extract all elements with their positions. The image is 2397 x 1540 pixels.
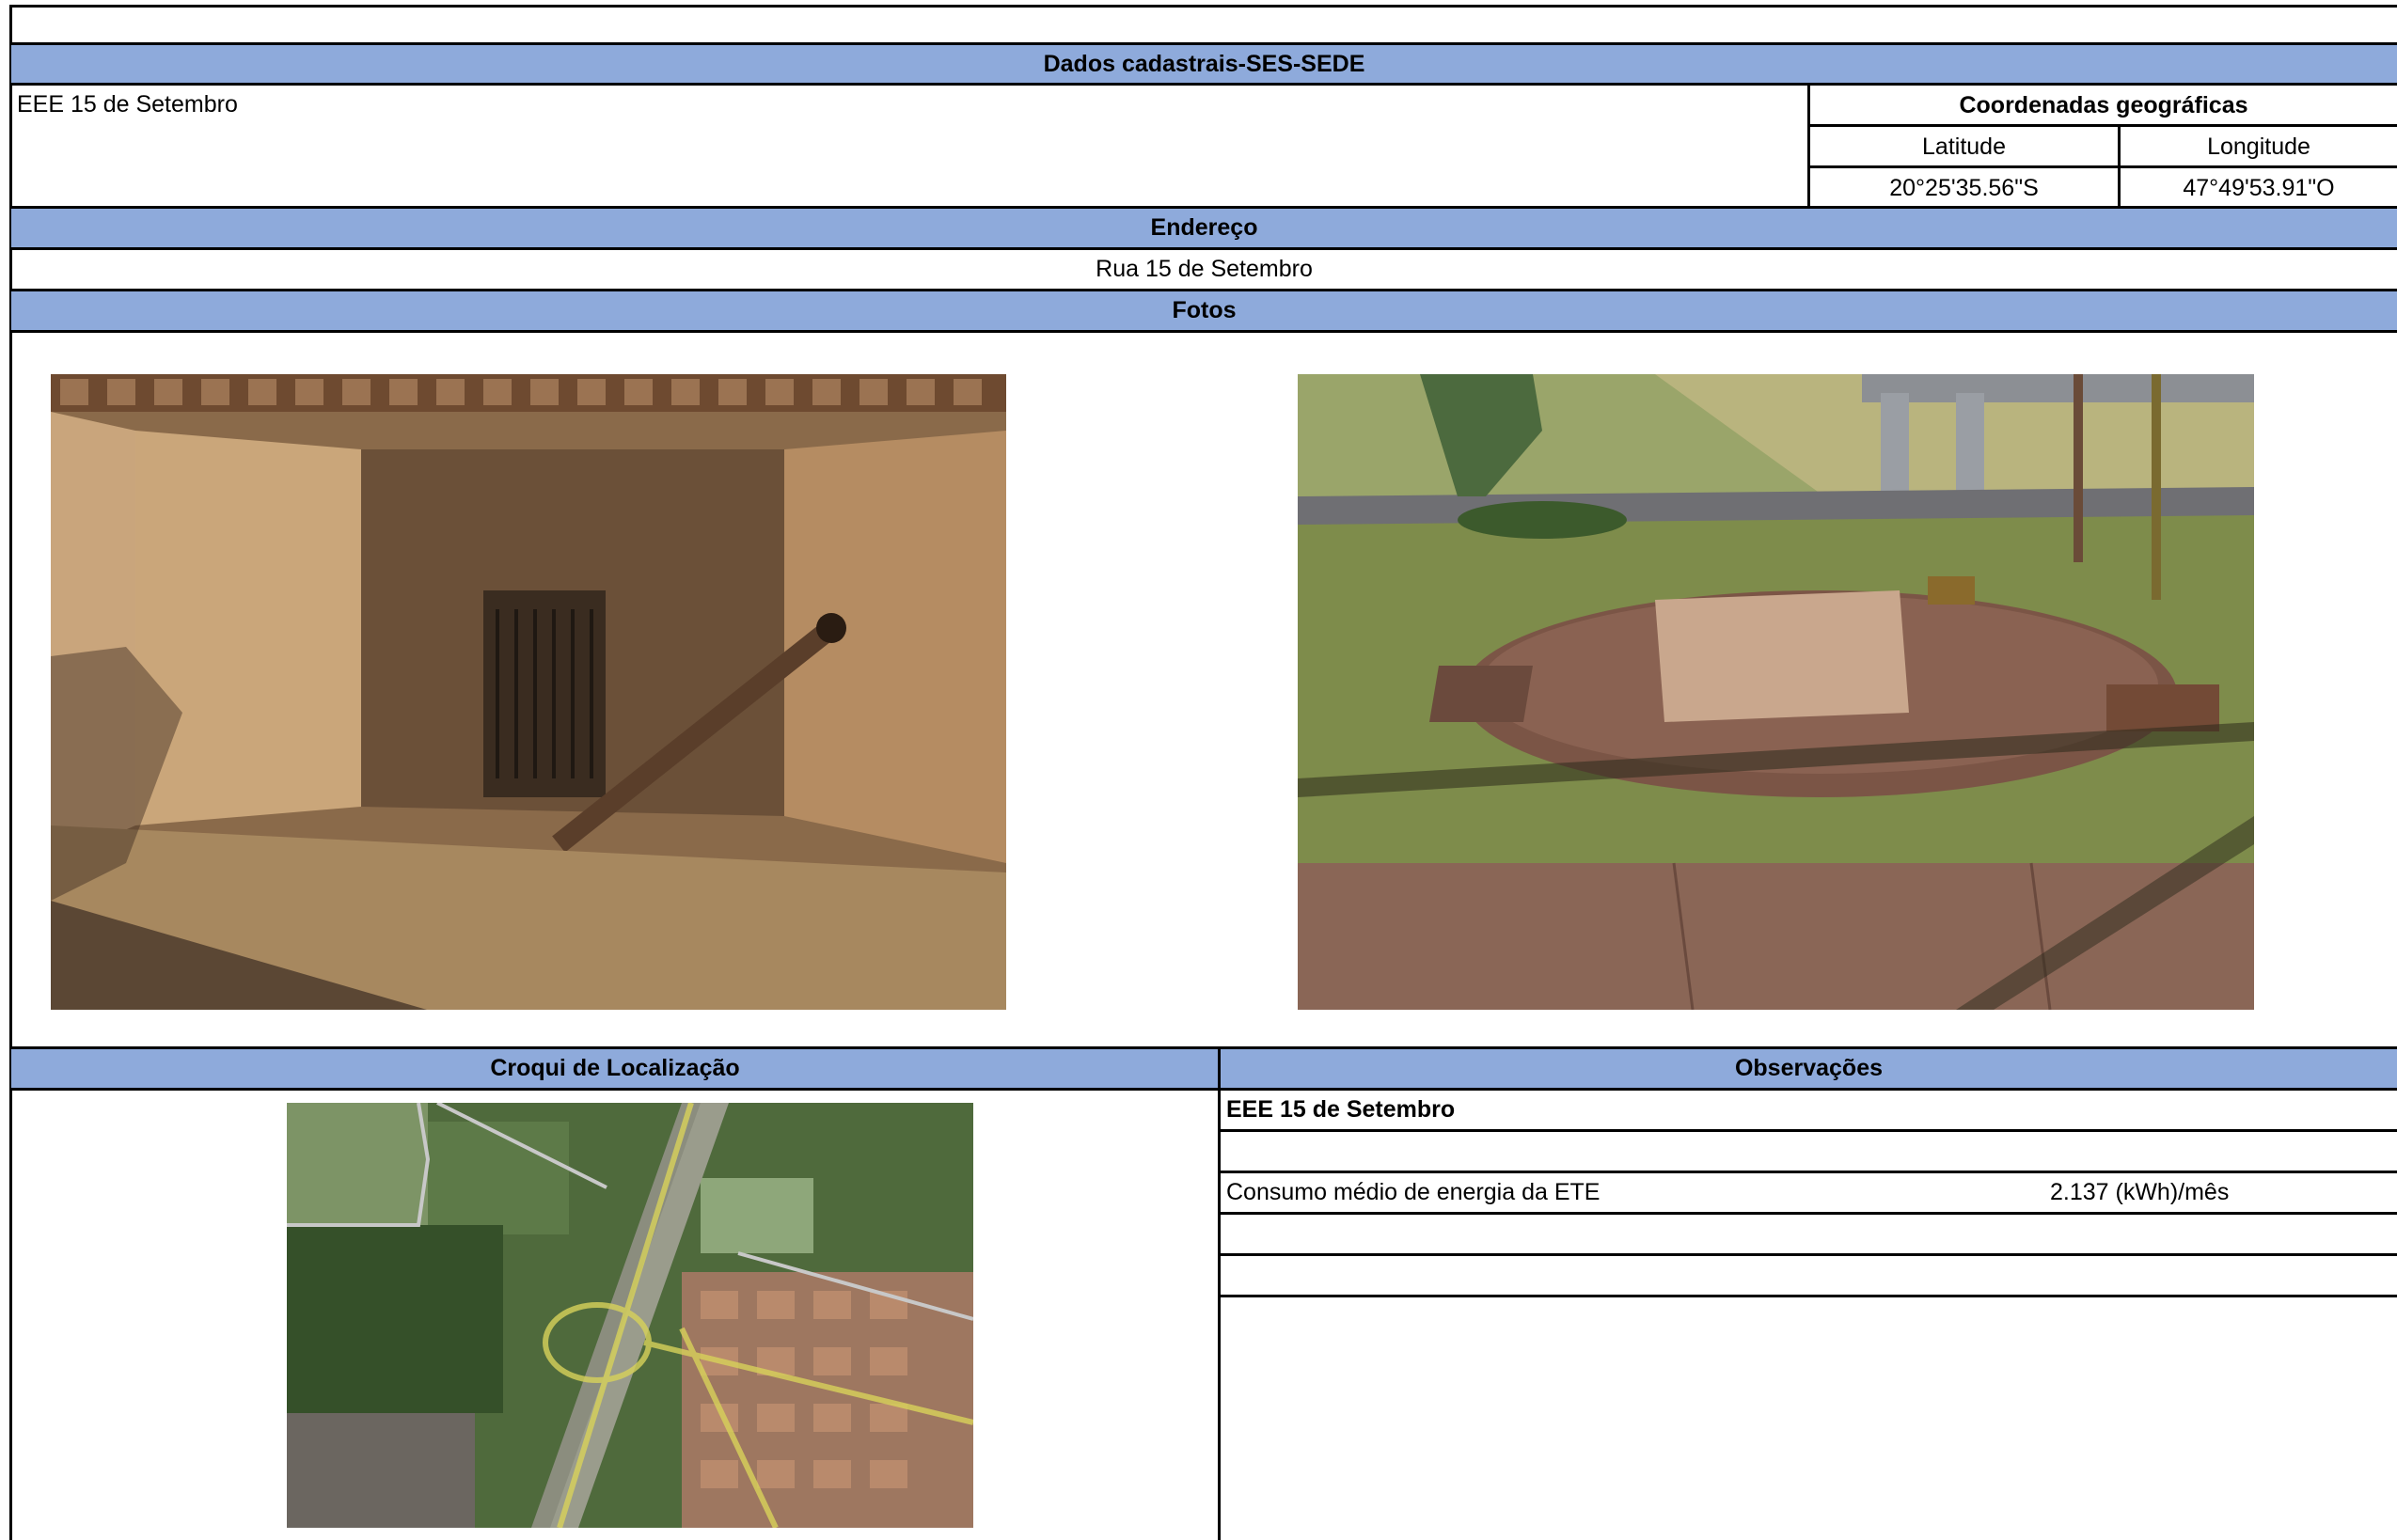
- address-value: Rua 15 de Setembro: [11, 250, 2397, 289]
- station-name: EEE 15 de Setembro: [11, 86, 1807, 123]
- longitude-label: Longitude: [2121, 127, 2397, 166]
- photos-header-text: Fotos: [1172, 297, 1237, 323]
- longitude-label-text: Longitude: [2207, 133, 2310, 160]
- observations-header: Observações: [1221, 1049, 2397, 1088]
- address-value-text: Rua 15 de Setembro: [1096, 256, 1313, 282]
- coords-header-text: Coordenadas geográficas: [1959, 91, 2248, 118]
- divider: [9, 42, 2397, 45]
- title-bar: Dados cadastrais-SES-SEDE: [11, 44, 2397, 84]
- photos-header: Fotos: [11, 291, 2397, 330]
- energy-value-text: 2.137 (kWh)/mês: [2050, 1179, 2230, 1205]
- divider: [1218, 1212, 2397, 1215]
- address-header: Endereço: [11, 209, 2397, 247]
- latitude-label-text: Latitude: [1922, 133, 2006, 160]
- latitude-value: 20°25'35.56"S: [1810, 168, 2118, 208]
- location-map: [287, 1103, 973, 1528]
- divider: [1218, 1129, 2397, 1132]
- longitude-value-text: 47°49'53.91"O: [2183, 174, 2335, 201]
- longitude-value: 47°49'53.91"O: [2121, 168, 2397, 208]
- croqui-header-text: Croqui de Localização: [490, 1055, 740, 1081]
- divider: [1218, 1295, 2397, 1297]
- latitude-label: Latitude: [1810, 127, 2118, 166]
- address-header-text: Endereço: [1150, 214, 1258, 241]
- energy-label: Consumo médio de energia da ETE: [1221, 1173, 1973, 1212]
- observations-title-text: EEE 15 de Setembro: [1226, 1096, 1456, 1123]
- energy-value: 2.137 (kWh)/mês: [2031, 1173, 2397, 1212]
- frame-top: [9, 5, 2397, 8]
- photo-wet-well: [51, 374, 1006, 1010]
- divider: [9, 330, 2397, 333]
- photo-concrete-slab: [1298, 374, 2254, 1010]
- title-bar-text: Dados cadastrais-SES-SEDE: [1043, 50, 1365, 77]
- divider: [1218, 1253, 2397, 1256]
- observations-header-text: Observações: [1734, 1055, 1884, 1081]
- station-name-text: EEE 15 de Setembro: [17, 90, 238, 118]
- coords-header: Coordenadas geográficas: [1810, 86, 2397, 125]
- energy-label-text: Consumo médio de energia da ETE: [1226, 1179, 1601, 1205]
- latitude-value-text: 20°25'35.56"S: [1889, 174, 2039, 201]
- croqui-header: Croqui de Localização: [11, 1049, 1219, 1088]
- observations-title: EEE 15 de Setembro: [1221, 1091, 2397, 1129]
